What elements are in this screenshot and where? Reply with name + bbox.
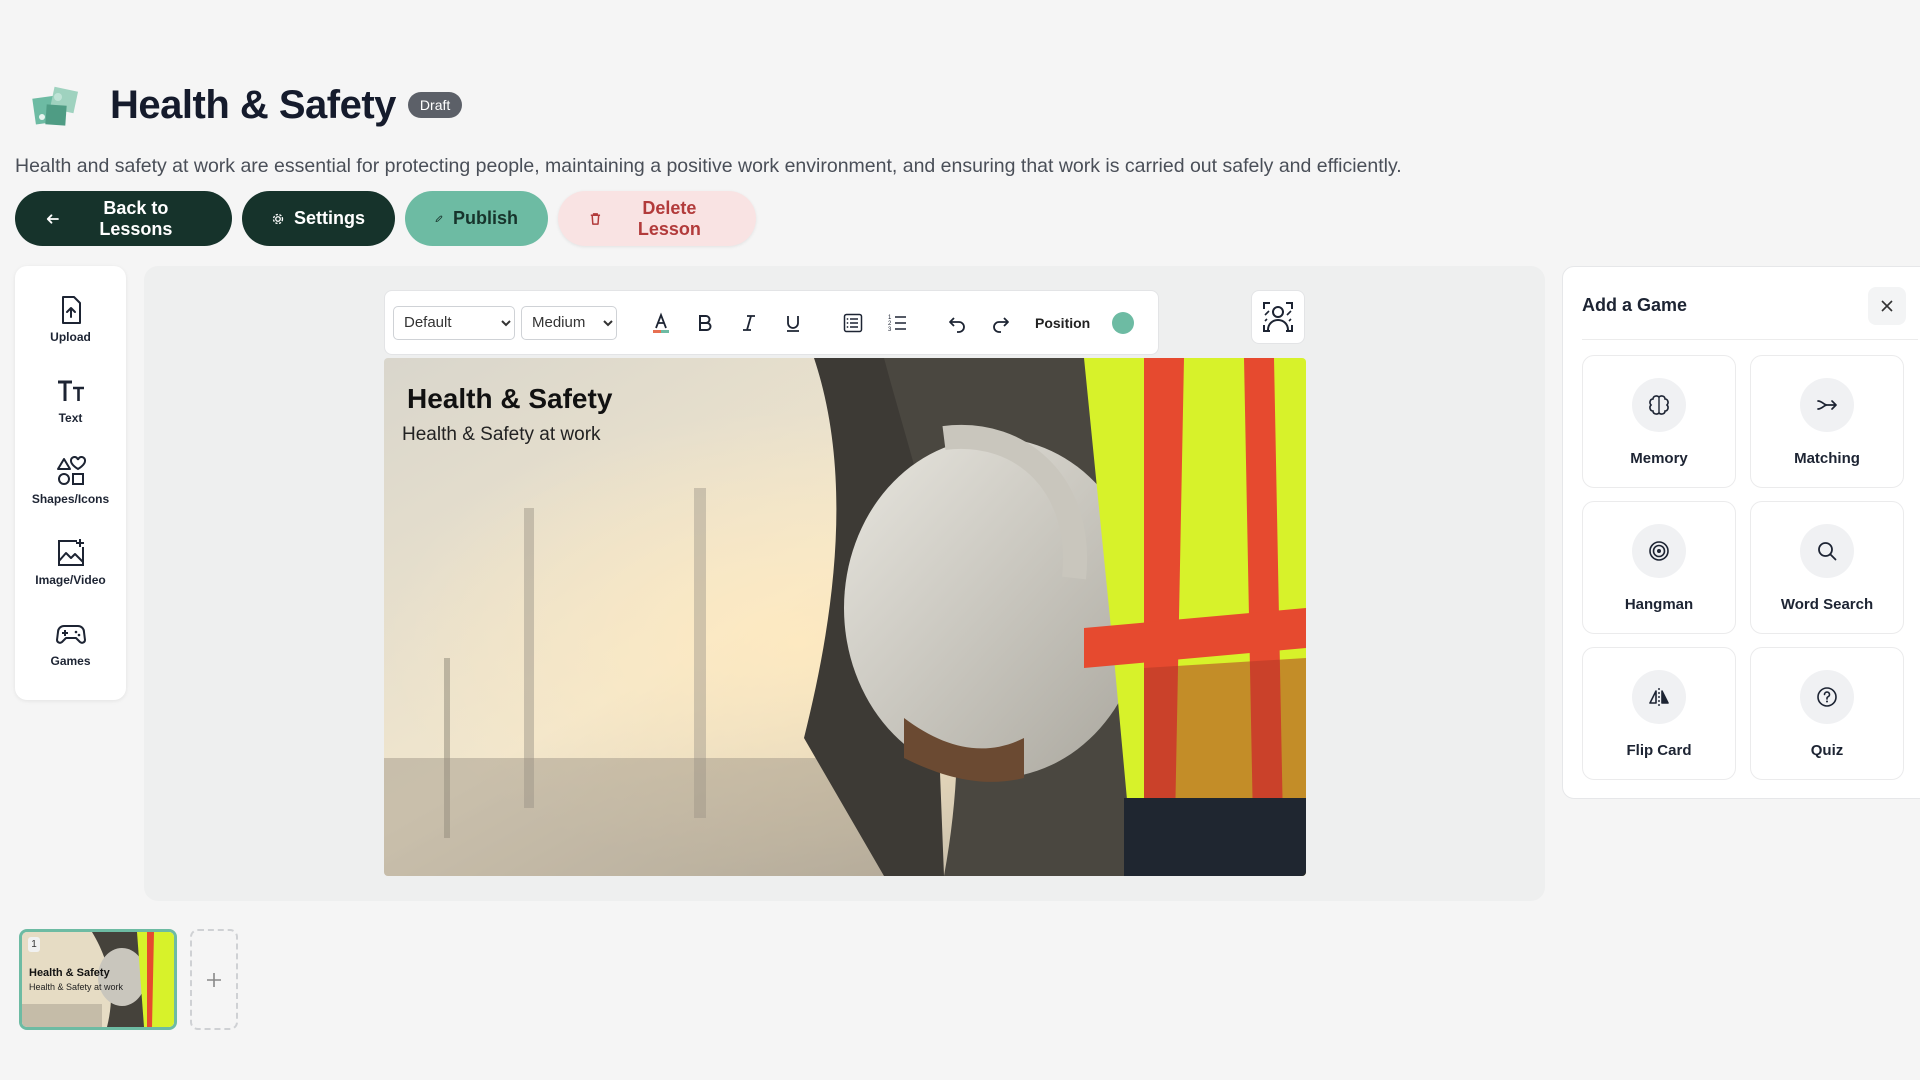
back-label: Back to Lessons [99,197,173,239]
image-icon [57,539,84,566]
slide-title[interactable]: Health & Safety [407,383,612,415]
text-toolbar: Default Medium 123 Position [384,290,1159,355]
bold-button[interactable] [683,303,727,343]
underline-icon [787,315,799,332]
italic-button[interactable] [727,303,771,343]
game-label: Quiz [1810,742,1844,759]
puzzle-icon [28,75,88,135]
redo-icon [993,316,1009,333]
flip-icon [1632,670,1686,724]
upload-icon [61,296,81,324]
settings-label: Settings [293,208,365,228]
back-to-lessons-button[interactable]: Back to Lessons [15,191,232,246]
add-slide-button[interactable] [190,929,238,1030]
bullet-list-icon [843,313,863,332]
thumbnail-number: 1 [28,937,40,952]
font-family-select[interactable]: Default [393,305,515,340]
game-card-flip-card[interactable]: Flip Card [1582,647,1736,780]
trash-icon [590,212,601,225]
game-card-matching[interactable]: Matching [1750,355,1904,488]
undo-icon [949,316,965,333]
game-panel-title: Add a Game [1582,295,1688,315]
bold-icon [699,314,712,331]
game-grid: Memory Matching Hangman Word Search Flip… [1582,355,1904,780]
game-label: Matching [1794,450,1860,467]
arrows-merge-icon [1800,378,1854,432]
slide-thumbnail[interactable]: 1 Health & Safety Health & Safety at wor… [19,929,177,1030]
slide-canvas[interactable]: Health & Safety Health & Safety at work [384,358,1306,876]
add-game-panel: Add a Game Memory Matching Hangman Word … [1562,266,1920,799]
gamepad-icon [55,625,86,644]
close-icon [1881,300,1893,312]
thumbnail-title: Health & Safety [29,967,110,979]
slide-subtitle[interactable]: Health & Safety at work [402,424,601,446]
undo-button[interactable] [935,303,979,343]
thumbnail-subtitle: Health & Safety at work [29,982,124,992]
delete-label: Delete Lesson [637,197,701,239]
font-size-select[interactable]: Medium [521,305,617,340]
game-label: Word Search [1780,596,1874,613]
lesson-description: Health and safety at work are essential … [15,155,1402,177]
game-label: Hangman [1624,596,1694,613]
delete-lesson-button[interactable]: Delete Lesson [558,191,756,246]
numbered-list-button[interactable]: 123 [875,303,919,343]
brain-icon [1632,378,1686,432]
publish-button[interactable]: Publish [405,191,548,246]
background-remove-button[interactable] [1251,290,1305,344]
status-badge: Draft [407,92,463,118]
game-label: Memory [1630,450,1688,467]
plus-icon [207,972,221,987]
shapes-icon [56,456,86,485]
tool-upload[interactable]: Upload [15,294,126,375]
tool-label: Image/Video [35,573,106,587]
thumbnail-image [22,932,174,1027]
question-icon [1800,670,1854,724]
tool-games[interactable]: Games [15,618,126,699]
italic-icon [743,314,755,331]
underline-button[interactable] [771,303,815,343]
page-title: Health & Safety [110,82,396,127]
divider [1582,339,1918,340]
target-icon [1632,524,1686,578]
tool-shapes[interactable]: Shapes/Icons [15,456,126,537]
settings-button[interactable]: Settings [242,191,395,246]
text-color-icon [653,311,669,333]
text-icon [57,380,84,401]
tool-label: Shapes/Icons [31,492,110,506]
action-bar: Back to Lessons Settings Publish Delete … [15,191,756,246]
rocket-icon [435,215,443,222]
remove-background-icon [1263,302,1293,332]
bullet-list-button[interactable] [831,303,875,343]
lesson-header: Health & Safety Draft [28,75,463,135]
game-card-quiz[interactable]: Quiz [1750,647,1904,780]
gear-icon [272,213,284,224]
tool-label: Games [50,654,91,668]
game-label: Flip Card [1626,742,1692,759]
tool-label: Text [58,411,83,425]
game-card-word-search[interactable]: Word Search [1750,501,1904,634]
position-label[interactable]: Position [1035,315,1090,331]
svg-text:3: 3 [888,327,892,333]
tool-text[interactable]: Text [15,375,126,456]
text-color-button[interactable] [639,303,683,343]
game-card-hangman[interactable]: Hangman [1582,501,1736,634]
redo-button[interactable] [979,303,1023,343]
search-icon [1800,524,1854,578]
color-swatch[interactable] [1112,311,1135,334]
numbered-list-icon: 123 [888,315,906,333]
arrow-left-icon [46,213,59,224]
tool-label: Upload [50,330,91,344]
publish-label: Publish [452,208,518,228]
game-card-memory[interactable]: Memory [1582,355,1736,488]
tool-image[interactable]: Image/Video [15,537,126,618]
tool-panel: Upload Text Shapes/Icons Image/Video Gam… [15,266,126,700]
close-panel-button[interactable] [1868,287,1906,325]
